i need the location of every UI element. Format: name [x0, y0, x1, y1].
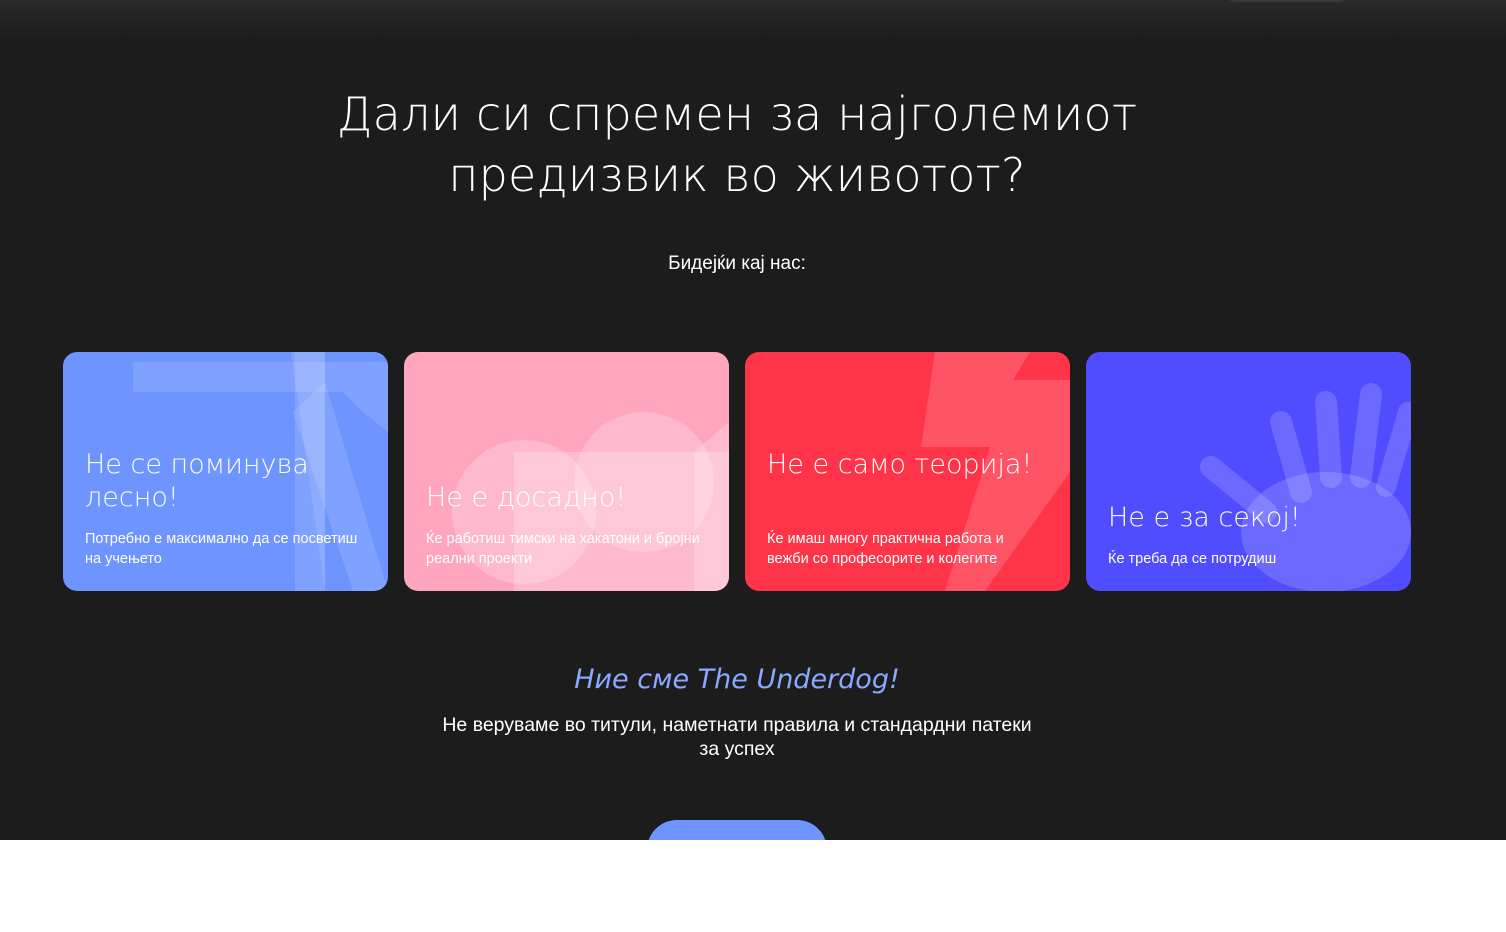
card-title: Не е за секој!	[1108, 502, 1301, 533]
card-text: Ќе имаш многу практична работа и вежби с…	[767, 531, 1004, 567]
header-button[interactable]	[1226, 0, 1348, 2]
card-title: Не е само теорија!	[767, 449, 1033, 480]
tagline: Ние сме The Underdog!	[574, 664, 900, 695]
feature-card-not-for-everyone: Не е за секој! Ќе треба да се потрудиш	[1086, 352, 1411, 591]
feature-card-fun: Не е досадно! Ќе работиш тимски на хакат…	[404, 352, 729, 591]
cta-button[interactable]	[647, 820, 827, 840]
hero-title: Дали си спремен за најголемиот предизвик…	[336, 87, 1138, 202]
card-title: Не се поминува лесно!	[85, 449, 309, 513]
card-title: Не е досадно!	[426, 482, 627, 513]
card-text: Потребно е максимално да се посветиш на …	[85, 531, 358, 567]
feature-card-hard: Не се поминува лесно! Потребно е максима…	[63, 352, 388, 591]
hero-section: Дали си спремен за најголемиот предизвик…	[0, 0, 1506, 840]
card-text: Ќе треба да се потрудиш	[1108, 551, 1277, 567]
card-text: Ќе работиш тимски на хакатони и бројни р…	[426, 531, 700, 567]
hero-subtitle: Бидејќи кај нас:	[668, 253, 806, 274]
feature-card-practice: Не е само теорија! Ќе имаш многу практич…	[745, 352, 1070, 591]
mission-description: Не веруваме во титули, наметнати правила…	[442, 714, 1032, 760]
